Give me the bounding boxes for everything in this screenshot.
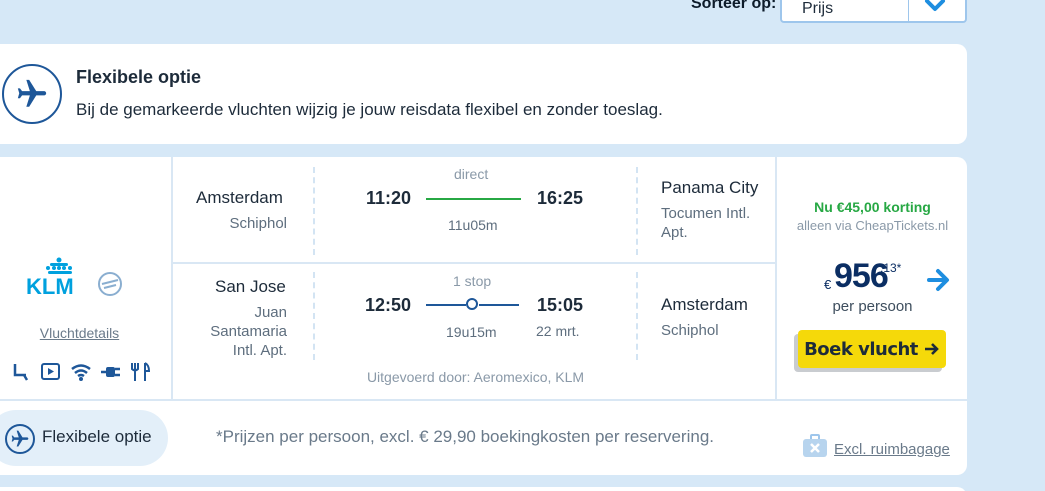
arrow-right-icon[interactable] [926,267,952,293]
inbound-depart-time: 12:50 [365,295,412,315]
outbound-from-city: Amsterdam [196,188,283,207]
excluded-baggage-link[interactable]: Excl. ruimbagage [834,441,950,458]
flexible-option-label: Flexibele optie [42,427,152,446]
outbound-duration: 11u05m [448,217,498,233]
route-line [479,304,519,306]
baggage-excluded-icon [803,434,827,457]
inbound-from-city: San Jose [215,277,286,296]
sort-value: Prijs [802,0,834,17]
sort-label: Sorteer op: [691,0,777,12]
outbound-depart-time: 11:20 [366,188,412,208]
inbound-from-airport: Juan Santamaria Intl. Apt. [210,304,287,359]
per-person-label: per persoon [832,298,913,315]
plane-icon [2,64,62,124]
flexible-option-banner: Flexibele optie Bij de gemarkeerde vluch… [0,44,967,144]
seat-icon [10,362,32,382]
chevron-down-icon [925,0,945,11]
arrow-right-icon [924,343,939,355]
flight-result-card: KLM Vluchtdetails Amsterdam Schiphol dir… [0,157,967,475]
divider [171,157,173,399]
divider [313,272,315,360]
plane-icon [5,424,35,454]
entertainment-icon [40,362,62,382]
inbound-stops: 1 stop [453,273,492,289]
sort-select[interactable]: Prijs [780,0,967,23]
book-flight-button[interactable]: Boek vlucht [798,330,946,368]
amenities-row [10,362,152,382]
klm-logo: KLM [26,257,122,299]
price-cents: ,13* [880,261,902,275]
stop-dot [466,298,478,310]
operated-by: Uitgevoerd door: Aeromexico, KLM [366,369,585,385]
discount-text: Nu €45,00 korting [814,199,931,215]
wifi-icon [70,362,92,382]
direct-route-line [426,198,521,200]
divider [636,272,638,360]
inbound-to-city: Amsterdam [661,295,748,314]
inbound-to-airport: Schiphol [661,322,719,339]
svg-text:KLM: KLM [26,274,74,299]
select-divider [908,0,909,21]
price-footnote: *Prijzen per persoon, excl. € 29,90 boek… [216,427,715,446]
divider [775,157,777,399]
banner-description: Bij de gemarkeerde vluchten wijzig je jo… [76,100,663,119]
divider [313,167,315,255]
outbound-arrive-time: 16:25 [537,188,584,208]
flexible-option-badge: Flexibele optie [0,410,168,466]
divider [636,167,638,255]
discount-source: alleen via CheapTickets.nl [796,218,949,233]
route-line [426,304,466,306]
power-plug-icon [100,362,122,382]
flight-details-link[interactable]: Vluchtdetails [0,325,171,341]
inbound-arrive-time: 15:05 [537,295,584,315]
outbound-to-airport: Tocumen Intl. Apt. [661,205,751,241]
next-result-card [0,487,967,491]
price-currency: € [824,277,832,292]
inbound-arrive-date: 22 mrt. [536,323,580,339]
book-button-label: Boek vlucht [804,338,918,360]
outbound-to-city: Panama City [661,178,759,197]
banner-title: Flexibele optie [76,67,202,87]
inbound-duration: 19u15m [446,324,497,340]
meal-icon [130,362,152,382]
divider [173,262,775,264]
divider [0,399,967,401]
outbound-from-airport: Schiphol [229,215,287,232]
outbound-stops: direct [454,166,489,182]
